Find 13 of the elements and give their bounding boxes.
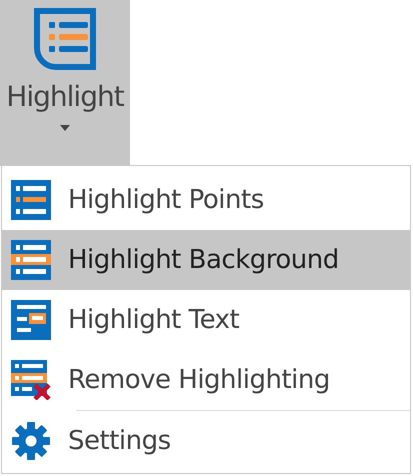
- list-icon: [11, 180, 51, 220]
- menu-item[interactable]: Remove Highlighting: [2, 350, 410, 410]
- menu-item[interactable]: Highlight Points: [2, 170, 410, 230]
- menu-item[interactable]: Highlight Background: [2, 230, 410, 290]
- caret-icon: [60, 125, 70, 131]
- settings-icon: [11, 421, 51, 461]
- list-remove-icon: [11, 360, 51, 400]
- menu-item[interactable]: Settings: [2, 411, 410, 471]
- menu-item[interactable]: Highlight Text: [2, 290, 410, 350]
- highlight-button[interactable]: Highlight: [0, 0, 130, 166]
- list-icon: [34, 8, 96, 70]
- list-icon: [11, 240, 51, 280]
- text-lines-icon: [11, 300, 51, 340]
